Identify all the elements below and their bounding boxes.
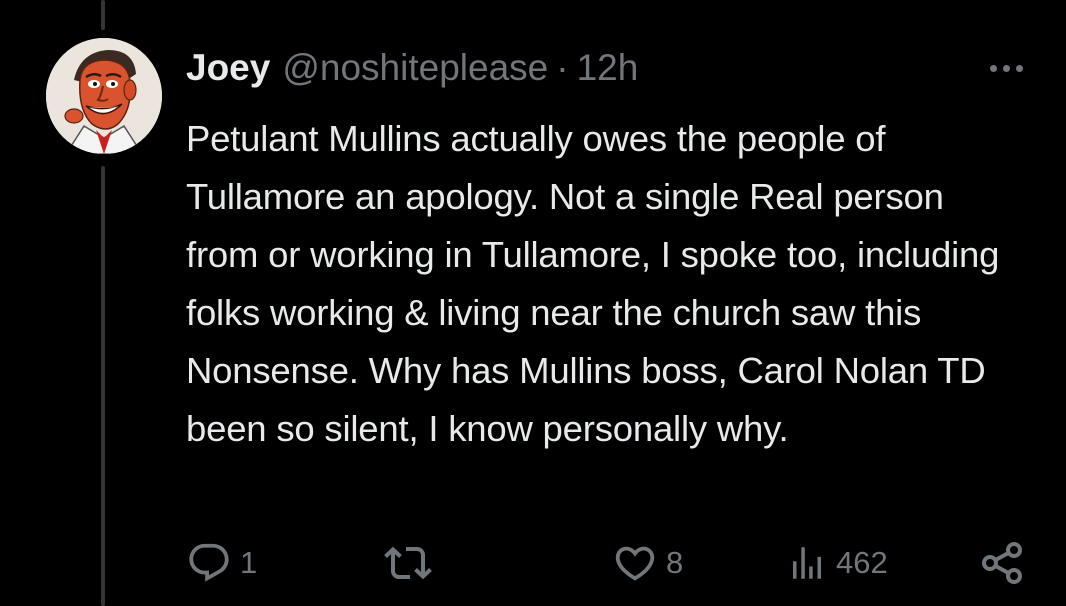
caricature-avatar-icon xyxy=(46,38,162,154)
heart-icon xyxy=(615,546,655,581)
timestamp[interactable]: 12h xyxy=(577,47,639,89)
retweet-icon xyxy=(384,546,432,580)
more-icon-dot xyxy=(989,64,997,72)
share-icon xyxy=(982,542,1022,584)
share-button[interactable] xyxy=(978,540,1026,586)
thread-line-top xyxy=(101,0,105,30)
avatar[interactable] xyxy=(46,38,162,154)
tweet-text: Petulant Mullins actually owes the peopl… xyxy=(186,118,1000,449)
tweet-actions: 1 8 462 xyxy=(186,540,1036,586)
views-count: 462 xyxy=(836,545,888,580)
thread-line-bottom xyxy=(101,166,105,606)
like-count: 8 xyxy=(666,545,684,580)
display-name[interactable]: Joey xyxy=(186,47,270,89)
reply-count: 1 xyxy=(240,545,258,580)
reply-icon xyxy=(189,543,229,582)
views-icon xyxy=(793,547,821,579)
views-button[interactable]: 462 xyxy=(786,540,888,586)
reply-button[interactable]: 1 xyxy=(186,540,257,586)
more-icon-dot xyxy=(1015,64,1023,72)
more-options-button[interactable] xyxy=(982,52,1030,84)
retweet-button[interactable] xyxy=(384,540,440,586)
more-icon-dot xyxy=(1002,64,1010,72)
separator-dot: · xyxy=(556,47,569,88)
like-button[interactable]: 8 xyxy=(612,540,683,586)
user-handle[interactable]: @noshiteplease xyxy=(282,47,548,89)
tweet-header: Joey @noshiteplease · 12h xyxy=(186,44,638,92)
